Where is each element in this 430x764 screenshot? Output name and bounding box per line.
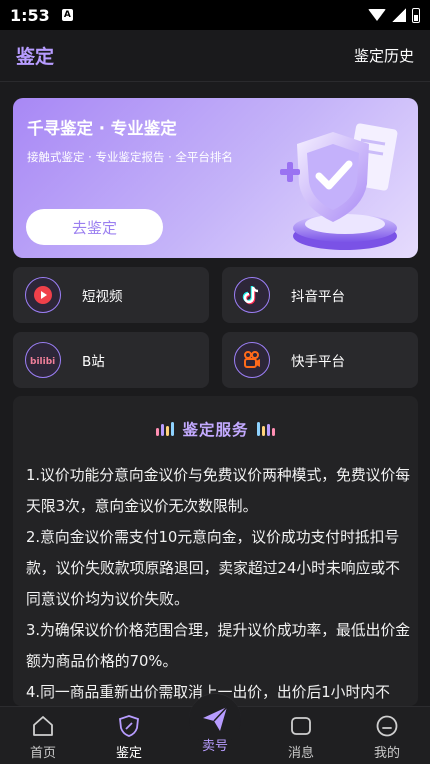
notification-icon: A (61, 9, 73, 21)
status-bar: 1:53 A (0, 0, 430, 30)
decor-bars-right-icon (256, 422, 275, 436)
platform-label: 短视频 (82, 289, 123, 305)
nav-item-home[interactable]: 首页 (0, 707, 86, 764)
home-icon (30, 713, 56, 739)
nav-item-mine[interactable]: 我的 (344, 707, 430, 764)
service-header: 鉴定服务 (13, 418, 418, 440)
platform-tile-short-video[interactable]: 短视频 (13, 267, 209, 323)
shield-check-icon (280, 123, 398, 250)
nav-item-appraise[interactable]: 鉴定 (86, 707, 172, 764)
go-appraise-button[interactable]: 去鉴定 (26, 209, 163, 245)
banner-subtitle: 接触式鉴定 · 专业鉴定报告 · 全平台排名 (27, 150, 233, 164)
bilibili-icon: bilibili (25, 342, 61, 378)
platform-tile-kuaishou[interactable]: 快手平台 (222, 332, 418, 388)
service-title: 鉴定服务 (182, 421, 249, 439)
nav-label: 鉴定 (115, 746, 142, 761)
send-icon (199, 703, 231, 735)
bottom-nav: 首页 鉴定 卖号 消息 我的 (0, 693, 430, 764)
service-card: 鉴定服务 1.议价功能分意向金议价与免费议价两种模式，免费议价每天限3次，意向金… (13, 396, 418, 706)
shield-icon (116, 713, 142, 739)
nav-label: 消息 (287, 746, 314, 761)
kuaishou-icon (234, 342, 270, 378)
platform-label: 抖音平台 (291, 289, 345, 305)
nav-item-sell[interactable]: 卖号 (172, 693, 258, 764)
rule-paragraph: 3.为确保议价价格范围合理，提升议价成功率，最低出价金额为商品价格的70%。 (26, 622, 411, 670)
nav-item-messages[interactable]: 消息 (258, 707, 344, 764)
platform-tile-bilibili[interactable]: bilibili B站 (13, 332, 209, 388)
platform-label: 快手平台 (291, 354, 345, 370)
rule-paragraph: 2.意向金议价需支付10元意向金，议价成功支付时抵扣号款，议价失败款项原路退回，… (26, 529, 400, 608)
banner-title: 千寻鉴定 · 专业鉴定 (27, 119, 177, 138)
platform-tile-douyin[interactable]: 抖音平台 (222, 267, 418, 323)
decor-bars-left-icon (156, 422, 175, 436)
tiktok-icon (234, 277, 270, 313)
svg-text:bilibili: bilibili (30, 357, 56, 367)
nav-label: 我的 (373, 746, 400, 761)
status-icons (368, 7, 420, 23)
message-icon (288, 713, 314, 739)
video-play-icon (25, 277, 61, 313)
nav-label: 卖号 (201, 739, 228, 754)
wifi-icon (368, 9, 386, 21)
nav-label: 首页 (29, 746, 56, 761)
service-rules: 1.议价功能分意向金议价与免费议价两种模式，免费议价每天限3次，意向金议价无次数… (26, 460, 411, 706)
status-time: 1:53 (10, 5, 50, 25)
platform-label: B站 (82, 354, 105, 370)
battery-icon (412, 7, 420, 23)
profile-icon (374, 713, 400, 739)
appraisal-banner: 千寻鉴定 · 专业鉴定 接触式鉴定 · 专业鉴定报告 · 全平台排名 去鉴定 (13, 98, 418, 258)
rule-paragraph: 1.议价功能分意向金议价与免费议价两种模式，免费议价每天限3次，意向金议价无次数… (26, 467, 411, 515)
signal-icon (392, 8, 406, 22)
page-title: 鉴定 (16, 46, 55, 68)
history-link[interactable]: 鉴定历史 (354, 45, 414, 66)
app-header: 鉴定 鉴定历史 (0, 30, 430, 82)
